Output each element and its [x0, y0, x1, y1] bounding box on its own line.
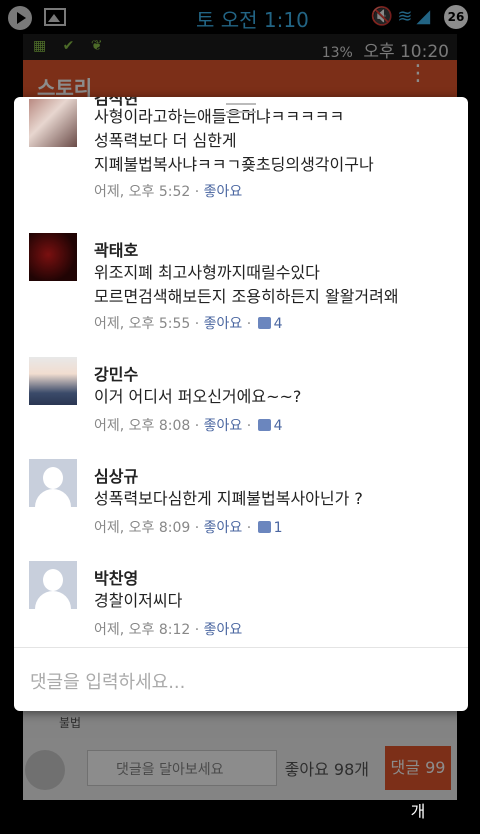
comments-popup: 김석현 사형이라고하는애들은머냐ㅋㅋㅋㅋㅋ 성폭력보다 더 심한게 지폐불법복사…: [14, 97, 468, 711]
comment-input[interactable]: 댓글을 입력하세요...: [30, 668, 185, 694]
comment-meta: 어제, 오후 5:55 · 좋아요 · 4: [94, 316, 283, 332]
like-count: 4: [273, 418, 283, 434]
comment-meta: 어제, 오후 5:52 · 좋아요: [94, 184, 243, 200]
commenter-name[interactable]: 박찬영: [94, 565, 138, 589]
comment-meta: 어제, 오후 8:09 · 좋아요 · 1: [94, 520, 283, 536]
like-link[interactable]: 좋아요: [204, 520, 243, 536]
comment-text: 경찰이저씨다: [94, 591, 183, 610]
avatar[interactable]: [29, 233, 77, 281]
drag-handle[interactable]: [226, 103, 256, 113]
commenter-name[interactable]: 곽태호: [94, 237, 138, 261]
comment-text: 위조지폐 최고사형까지때릴수있다 모르면검색해보든지 조용히하든지 왈왈거려왜: [94, 263, 399, 306]
avatar[interactable]: [29, 561, 77, 609]
comment-text: 이거 어디서 퍼오신거에요~~?: [94, 387, 302, 406]
comment-input-row[interactable]: 댓글을 입력하세요...: [14, 647, 468, 711]
comment-time: 어제, 오후 8:09: [94, 520, 191, 536]
like-link[interactable]: 좋아요: [204, 316, 243, 332]
comment-time: 어제, 오후 5:55: [94, 316, 191, 332]
thumbs-up-icon: [257, 419, 271, 431]
like-link[interactable]: 좋아요: [204, 184, 243, 200]
avatar[interactable]: [29, 459, 77, 507]
avatar[interactable]: [29, 99, 77, 147]
commenter-name[interactable]: 심상규: [94, 463, 138, 487]
thumbs-up-icon: [257, 521, 271, 533]
comment-time: 어제, 오후 8:08: [94, 418, 191, 434]
commenter-name[interactable]: 강민수: [94, 361, 138, 385]
like-count: 1: [273, 520, 283, 536]
comment-time: 어제, 오후 8:12: [94, 622, 191, 638]
like-link[interactable]: 좋아요: [204, 418, 243, 434]
comment-text: 사형이라고하는애들은머냐ㅋㅋㅋㅋㅋ 성폭력보다 더 심한게 지폐불법복사냐ㅋㅋㄱ…: [94, 107, 374, 174]
like-link[interactable]: 좋아요: [204, 622, 243, 638]
comment-time: 어제, 오후 5:52: [94, 184, 191, 200]
avatar[interactable]: [29, 357, 77, 405]
comment-meta: 어제, 오후 8:08 · 좋아요 · 4: [94, 418, 283, 434]
comment-meta: 어제, 오후 8:12 · 좋아요: [94, 622, 243, 638]
thumbs-up-icon: [257, 317, 271, 329]
like-count: 4: [273, 316, 283, 332]
comment-text: 성폭력보다심한게 지폐불법복사아닌가 ?: [94, 489, 363, 508]
